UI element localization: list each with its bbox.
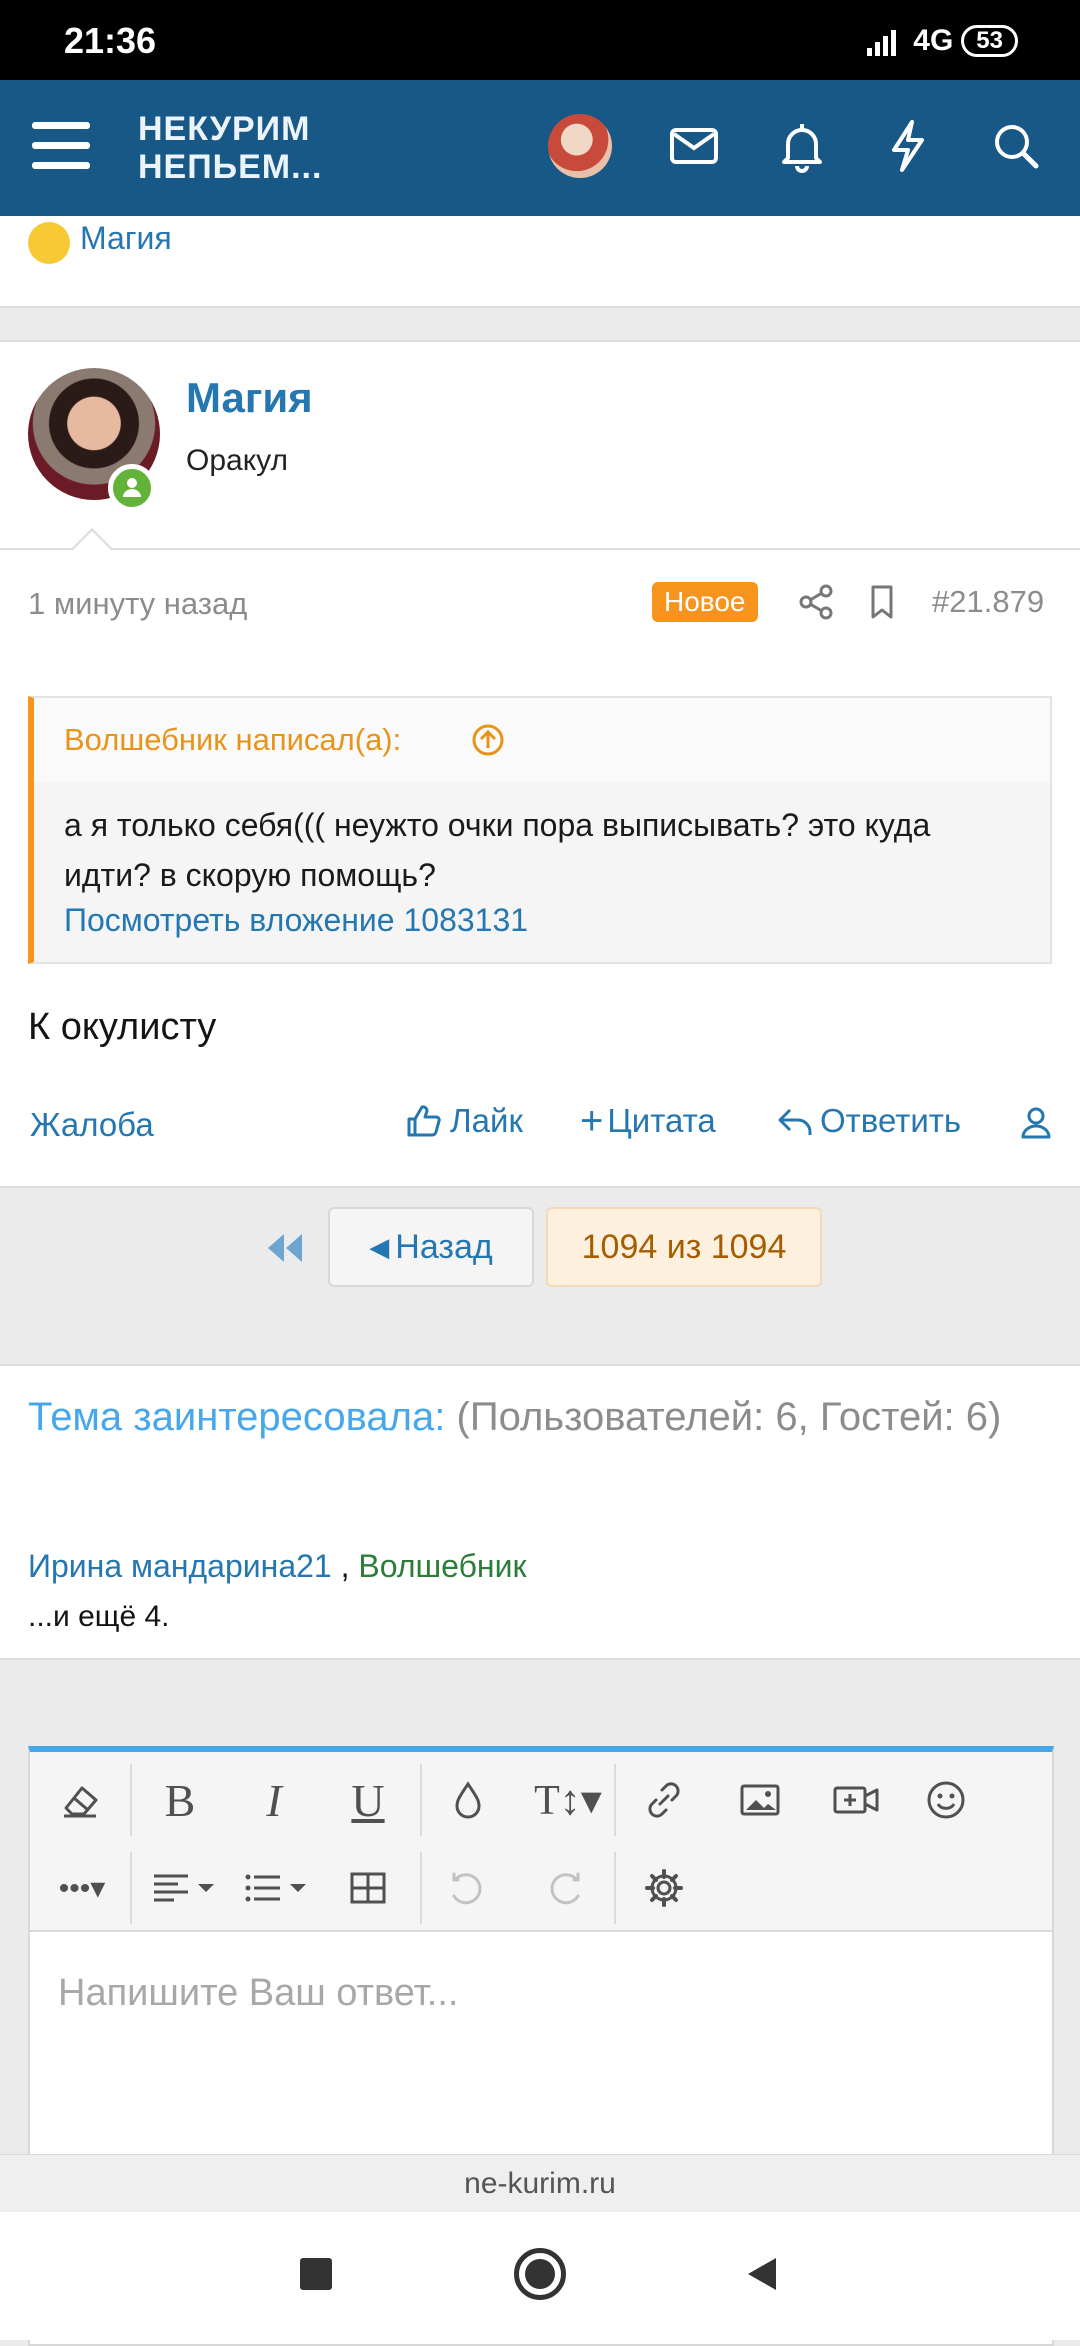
underline-icon[interactable]: U bbox=[336, 1768, 400, 1832]
quote-text: а я только себя((( неужто очки пора выпи… bbox=[64, 807, 931, 893]
reply-label: Ответить bbox=[820, 1102, 962, 1139]
chevron-left-icon: ◀ bbox=[369, 1231, 390, 1262]
page-indicator[interactable]: 1094 из 1094 bbox=[546, 1207, 822, 1287]
author-name[interactable]: Магия bbox=[186, 374, 313, 422]
home-icon[interactable] bbox=[514, 2248, 566, 2300]
list-icon[interactable] bbox=[238, 1856, 314, 1920]
post-time[interactable]: 1 минуту назад bbox=[28, 586, 247, 622]
eraser-icon[interactable] bbox=[48, 1768, 112, 1832]
menu-icon[interactable] bbox=[30, 118, 94, 174]
reply-input-placeholder[interactable]: Напишите Ваш ответ... bbox=[58, 1972, 458, 2015]
signal-icon bbox=[865, 26, 905, 56]
search-icon[interactable] bbox=[984, 114, 1048, 178]
toolbar-separator bbox=[130, 1852, 132, 1924]
browser-url-bar[interactable]: ne-kurim.ru bbox=[0, 2154, 1080, 2212]
interested-more: ...и ещё 4. bbox=[28, 1600, 170, 1633]
back-nav-icon[interactable] bbox=[742, 2254, 782, 2294]
site-logo[interactable]: НЕКУРИМ НЕПЬЕМ... bbox=[138, 110, 322, 186]
post-number[interactable]: #21.879 bbox=[932, 584, 1044, 620]
more-options-icon[interactable]: •••▾ bbox=[44, 1856, 120, 1920]
user-menu-icon[interactable] bbox=[1018, 1104, 1054, 1140]
like-label: Лайк bbox=[450, 1102, 523, 1139]
reaction-user-link[interactable]: Магия bbox=[80, 220, 172, 257]
interested-heading: Тема заинтересовала: (Пользователей: 6, … bbox=[28, 1384, 1048, 1450]
quote-attribution[interactable]: Волшебник написал(а): bbox=[64, 722, 401, 758]
logo-line-2: НЕПЬЕМ... bbox=[138, 148, 323, 186]
user-avatar[interactable] bbox=[548, 114, 612, 178]
interested-users: Ирина мандарина21 , Волшебник bbox=[28, 1548, 526, 1585]
plus-icon: + bbox=[580, 1099, 604, 1143]
divider bbox=[0, 548, 1080, 550]
toolbar-separator bbox=[614, 1764, 616, 1836]
font-size-icon[interactable]: T↕▾ bbox=[528, 1768, 608, 1832]
like-button[interactable]: Лайк bbox=[404, 1102, 523, 1140]
interested-title: Тема заинтересовала: bbox=[28, 1395, 446, 1439]
back-button[interactable]: ◀ Назад bbox=[328, 1207, 534, 1287]
toolbar-separator bbox=[614, 1852, 616, 1924]
author-arrow-inner bbox=[72, 531, 112, 551]
thumbs-up-icon bbox=[404, 1102, 442, 1140]
reply-icon bbox=[776, 1102, 814, 1140]
table-icon[interactable] bbox=[336, 1856, 400, 1920]
first-page-icon[interactable] bbox=[262, 1228, 308, 1268]
author-role: Оракул bbox=[186, 444, 289, 477]
color-drop-icon[interactable] bbox=[436, 1768, 500, 1832]
align-icon[interactable] bbox=[146, 1856, 222, 1920]
network-type: 4G bbox=[913, 24, 954, 57]
attachment-link[interactable]: Посмотреть вложение 1083131 bbox=[64, 902, 528, 939]
toolbar-separator bbox=[420, 1852, 422, 1924]
bold-icon[interactable]: B bbox=[148, 1768, 212, 1832]
video-icon[interactable] bbox=[824, 1768, 888, 1832]
page-info: 1094 из 1094 bbox=[581, 1227, 787, 1266]
bookmark-icon[interactable] bbox=[862, 582, 902, 622]
logo-line-1: НЕКУРИМ bbox=[138, 110, 311, 148]
interested-counts: (Пользователей: 6, Гостей: 6) bbox=[456, 1395, 1002, 1439]
undo-icon[interactable] bbox=[436, 1856, 500, 1920]
url-text: ne-kurim.ru bbox=[464, 2167, 616, 2200]
laugh-reaction-icon bbox=[28, 222, 70, 264]
mail-icon[interactable] bbox=[662, 114, 726, 178]
share-icon[interactable] bbox=[796, 582, 836, 622]
new-badge: Новое bbox=[652, 582, 758, 622]
bolt-icon[interactable] bbox=[876, 114, 940, 178]
status-bar: 21:36 4G 53 bbox=[0, 0, 1080, 80]
separator: , bbox=[331, 1548, 350, 1584]
interested-user-2[interactable]: Волшебник bbox=[358, 1548, 526, 1584]
post-body: К окулисту bbox=[28, 1006, 217, 1048]
report-link[interactable]: Жалоба bbox=[30, 1106, 154, 1144]
interested-user-1[interactable]: Ирина мандарина21 bbox=[28, 1548, 332, 1584]
battery-indicator: 53 bbox=[961, 25, 1018, 57]
toolbar-separator bbox=[420, 1764, 422, 1836]
bell-icon[interactable] bbox=[770, 114, 834, 178]
link-icon[interactable] bbox=[632, 1768, 696, 1832]
quote-label: Цитата bbox=[607, 1102, 716, 1139]
reply-button[interactable]: Ответить bbox=[776, 1102, 961, 1140]
italic-icon[interactable]: I bbox=[242, 1768, 306, 1832]
online-status-icon bbox=[108, 464, 156, 512]
quote-button[interactable]: + Цитата bbox=[580, 1099, 716, 1143]
toolbar-separator bbox=[130, 1764, 132, 1836]
emoji-icon[interactable] bbox=[914, 1768, 978, 1832]
image-icon[interactable] bbox=[728, 1768, 792, 1832]
gear-icon[interactable] bbox=[632, 1856, 696, 1920]
back-label: Назад bbox=[395, 1227, 493, 1266]
arrow-up-circle-icon[interactable] bbox=[470, 722, 506, 758]
status-time: 21:36 bbox=[64, 20, 157, 61]
redo-icon[interactable] bbox=[532, 1856, 596, 1920]
recents-icon[interactable] bbox=[300, 2258, 332, 2290]
